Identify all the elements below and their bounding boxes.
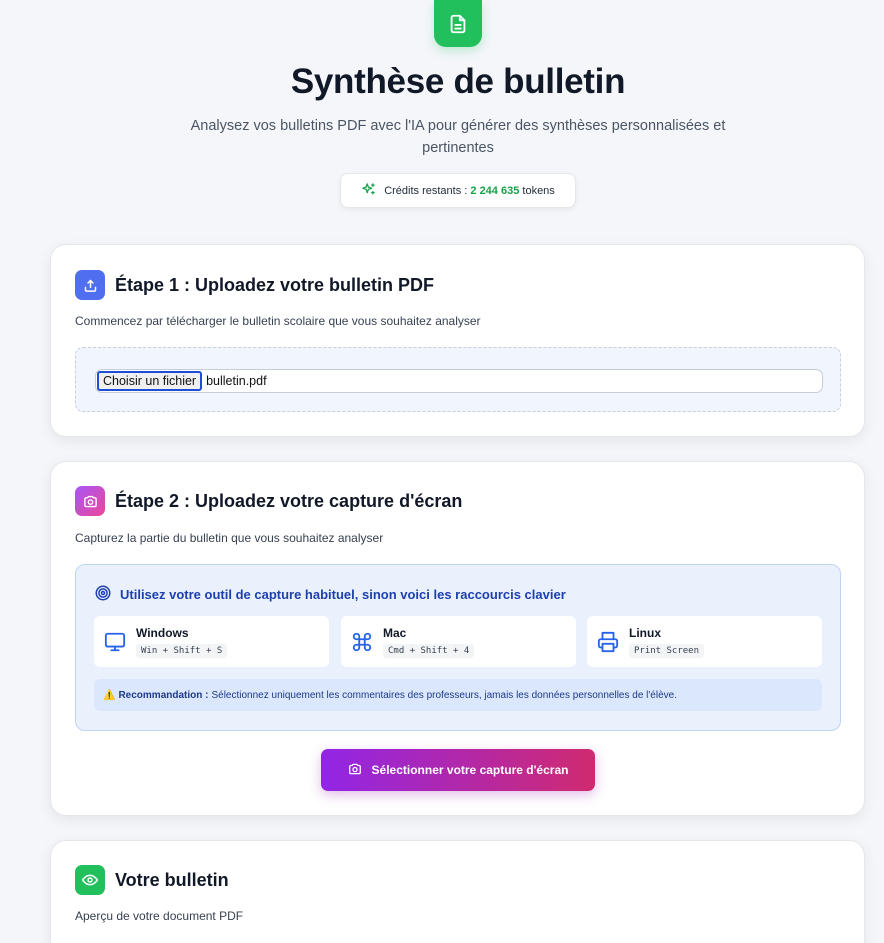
step1-title: Étape 1 : Uploadez votre bulletin PDF <box>115 274 435 295</box>
pdf-file-input[interactable]: Choisir un fichier bulletin.pdf <box>95 369 823 393</box>
printer-icon <box>587 631 629 653</box>
command-icon <box>341 631 383 653</box>
choose-file-button[interactable]: Choisir un fichier <box>97 371 203 391</box>
page-title: Synthèse de bulletin <box>290 62 626 101</box>
shortcut-mac: Mac Cmd + Shift + 4 <box>341 616 576 667</box>
step2-title: Étape 2 : Uploadez votre capture d'écran <box>115 490 463 511</box>
select-screenshot-button[interactable]: Sélectionner votre capture d'écran <box>321 749 595 791</box>
preview-description: Aperçu de votre document PDF <box>75 909 244 923</box>
recommendation-label: Recommandation : <box>118 689 209 701</box>
step2-description: Capturez la partie du bulletin que vous … <box>75 531 384 545</box>
monitor-icon <box>94 631 136 653</box>
shortcut-linux: Linux Print Screen <box>587 616 822 667</box>
os-name: Linux <box>629 625 661 640</box>
preview-card: Votre bulletin Aperçu de votre document … <box>50 840 865 943</box>
select-screenshot-label: Sélectionner votre capture d'écran <box>371 763 569 777</box>
credits-badge: Crédits restants : 2 244 635 tokens <box>340 173 576 208</box>
sparkles-icon <box>361 182 376 200</box>
shortcut-keys: Print Screen <box>629 643 705 658</box>
recommendation-banner: ⚠️ Recommandation : Sélectionnez uniquem… <box>94 679 822 711</box>
eye-icon <box>75 865 105 895</box>
step1-card: Étape 1 : Uploadez votre bulletin PDF Co… <box>50 244 865 437</box>
os-name: Windows <box>136 625 189 640</box>
preview-title: Votre bulletin <box>115 869 229 890</box>
step2-card: Étape 2 : Uploadez votre capture d'écran… <box>50 461 865 816</box>
warning-icon: ⚠️ <box>103 689 116 701</box>
upload-icon <box>75 270 105 300</box>
credits-unit: tokens <box>522 184 555 197</box>
document-icon <box>434 0 482 47</box>
step1-description: Commencez par télécharger le bulletin sc… <box>75 314 481 328</box>
pdf-dropzone[interactable]: Choisir un fichier bulletin.pdf <box>75 347 841 412</box>
tip-title: Utilisez votre outil de capture habituel… <box>120 587 566 602</box>
camera-icon <box>75 486 105 516</box>
file-name: bulletin.pdf <box>206 374 267 388</box>
shortcut-tips: Utilisez votre outil de capture habituel… <box>75 564 841 731</box>
credits-label: Crédits restants : <box>384 184 468 197</box>
shortcut-windows: Windows Win + Shift + S <box>94 616 329 667</box>
camera-icon <box>348 762 362 779</box>
shortcut-keys: Cmd + Shift + 4 <box>383 643 475 658</box>
recommendation-text: Sélectionnez uniquement les commentaires… <box>211 689 677 701</box>
target-icon <box>94 584 112 605</box>
shortcut-keys: Win + Shift + S <box>136 643 228 658</box>
os-name: Mac <box>383 625 407 640</box>
page-subtitle: Analysez vos bulletins PDF avec l'IA pou… <box>190 118 726 156</box>
credits-amount: 2 244 635 <box>470 184 520 197</box>
